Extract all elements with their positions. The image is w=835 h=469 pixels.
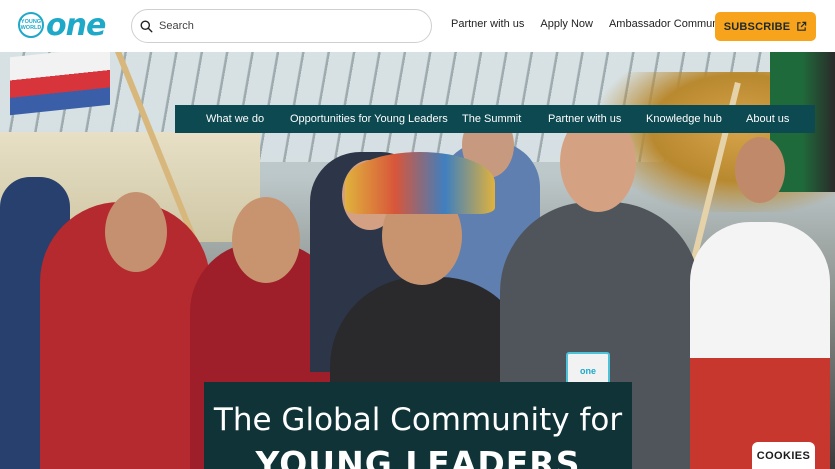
top-header: YOUNG WORLD one Partner with us Apply No… — [0, 0, 835, 52]
cookies-button[interactable]: COOKIES — [752, 442, 815, 469]
search-input[interactable] — [159, 20, 419, 32]
top-links: Partner with us Apply Now Ambassador Com… — [451, 18, 745, 30]
person-right-dress — [690, 222, 830, 469]
person-center-left-face — [232, 197, 300, 283]
logo-badge: YOUNG WORLD — [18, 12, 44, 38]
flag-left — [10, 52, 110, 116]
site-logo[interactable]: YOUNG WORLD one — [18, 7, 112, 43]
nav-item-opportunities[interactable]: Opportunities for Young Leaders — [290, 113, 448, 125]
hero-headline-line1: The Global Community for — [213, 402, 623, 438]
nav-item-partner-with-us[interactable]: Partner with us — [548, 113, 621, 125]
main-nav: What we do Opportunities for Young Leade… — [175, 105, 815, 133]
hero-headline-box: The Global Community for YOUNG LEADERS — [204, 382, 632, 469]
search-icon — [140, 20, 153, 32]
logo-wordmark: one — [46, 7, 106, 43]
person-red-jacket-face — [105, 192, 167, 272]
subscribe-button[interactable]: SUBSCRIBE — [715, 12, 816, 41]
nav-item-about-us[interactable]: About us — [746, 113, 789, 125]
search-bar[interactable] — [131, 9, 432, 43]
external-link-icon — [797, 21, 807, 31]
page: YOUNG WORLD one Partner with us Apply No… — [0, 0, 835, 469]
nav-item-what-we-do[interactable]: What we do — [206, 113, 264, 125]
nav-item-knowledge-hub[interactable]: Knowledge hub — [646, 113, 722, 125]
top-link-ambassador-community[interactable]: Ambassador Community — [609, 18, 729, 30]
nav-item-the-summit[interactable]: The Summit — [462, 113, 521, 125]
badge-logo: one — [579, 366, 596, 376]
subscribe-label: SUBSCRIBE — [723, 20, 791, 33]
top-link-partner-with-us[interactable]: Partner with us — [451, 18, 524, 30]
woven-hat — [345, 152, 495, 214]
person-right-dress-face — [735, 137, 785, 203]
top-link-apply-now[interactable]: Apply Now — [540, 18, 593, 30]
hero-headline-line2: YOUNG LEADERS — [255, 444, 581, 469]
